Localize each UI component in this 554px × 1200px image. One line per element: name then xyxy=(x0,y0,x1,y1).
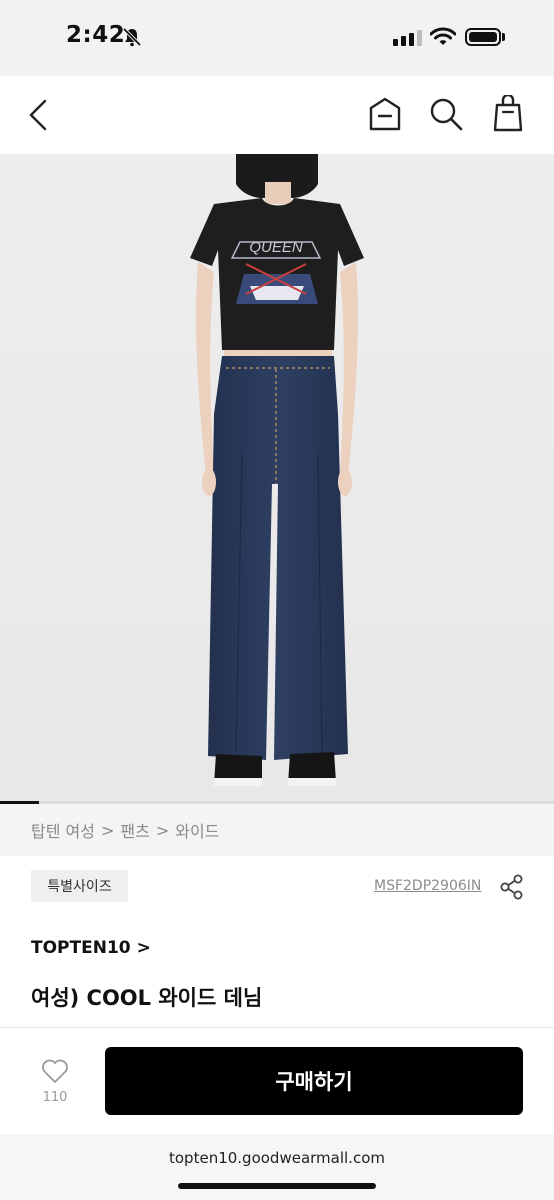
like-button[interactable]: 110 xyxy=(30,1058,80,1114)
brand-name: TOPTEN10 xyxy=(31,938,131,958)
breadcrumb-separator: > xyxy=(155,820,170,840)
breadcrumb-item-pants[interactable]: 팬츠 xyxy=(120,818,149,842)
product-image-carousel[interactable]: QUEEN xyxy=(0,154,554,804)
bottom-action-bar: 110 구매하기 xyxy=(0,1027,554,1135)
chevron-right-icon: > xyxy=(136,938,151,958)
top-nav-bar xyxy=(0,76,554,155)
breadcrumb-item-women[interactable]: 탑텐 여성 xyxy=(31,818,95,842)
bell-off-icon xyxy=(122,27,142,47)
status-time: 2:42 xyxy=(66,22,126,48)
breadcrumb-separator: > xyxy=(100,820,115,840)
chevron-left-icon[interactable] xyxy=(26,98,52,132)
browser-url-bar[interactable]: topten10.goodwearmall.com xyxy=(0,1134,554,1200)
breadcrumb-item-wide[interactable]: 와이드 xyxy=(175,818,219,842)
product-title: 여성) COOL 와이드 데님 xyxy=(31,986,263,1010)
signal-icon xyxy=(393,30,422,46)
buy-button[interactable]: 구매하기 xyxy=(105,1047,523,1115)
url-text[interactable]: topten10.goodwearmall.com xyxy=(0,1149,554,1167)
status-bar: 2:42 xyxy=(0,0,554,76)
product-photo: QUEEN xyxy=(0,154,554,804)
shopping-bag-icon[interactable] xyxy=(492,95,524,133)
special-size-badge: 특별사이즈 xyxy=(31,870,128,902)
wifi-icon xyxy=(430,27,456,45)
like-count: 110 xyxy=(42,1090,68,1105)
home-indicator xyxy=(178,1183,376,1189)
battery-icon xyxy=(465,28,501,46)
breadcrumb: 탑텐 여성 > 팬츠 > 와이드 xyxy=(0,804,554,856)
brand-link[interactable]: TOPTEN10 > xyxy=(31,938,151,958)
search-icon[interactable] xyxy=(428,96,464,132)
share-icon[interactable] xyxy=(500,874,524,900)
battery-cap xyxy=(502,33,505,41)
heart-icon xyxy=(42,1059,68,1083)
product-code-link[interactable]: MSF2DP2906IN xyxy=(374,878,481,894)
home-icon[interactable] xyxy=(368,96,402,132)
